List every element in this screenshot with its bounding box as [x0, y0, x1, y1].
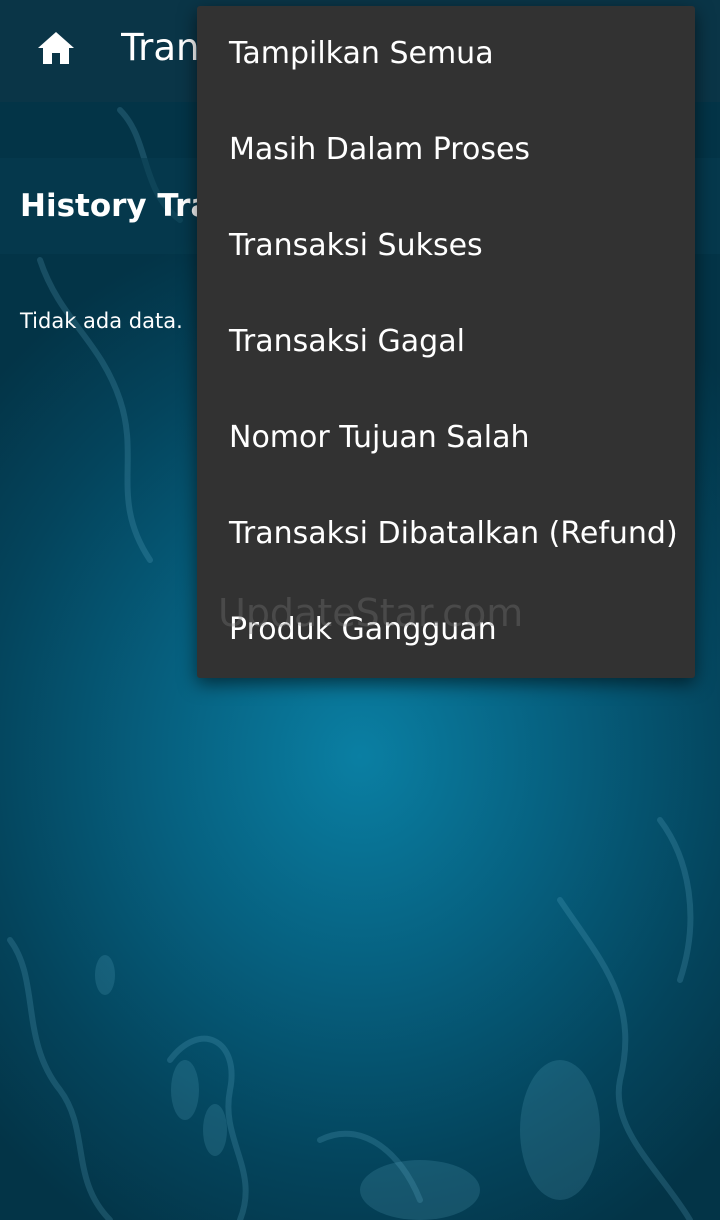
home-icon: [38, 32, 74, 64]
filter-dropdown-menu: Tampilkan Semua Masih Dalam Proses Trans…: [197, 6, 695, 678]
empty-state-message: Tidak ada data.: [20, 309, 183, 333]
menu-item-transaksi-dibatalkan[interactable]: Transaksi Dibatalkan (Refund): [197, 486, 695, 582]
page-title: Tran: [121, 26, 199, 69]
menu-item-tampilkan-semua[interactable]: Tampilkan Semua: [197, 6, 695, 102]
menu-item-masih-dalam-proses[interactable]: Masih Dalam Proses: [197, 102, 695, 198]
section-title: History Tra: [20, 188, 198, 224]
home-button[interactable]: [30, 22, 82, 74]
watermark: UpdateStar.com: [218, 591, 524, 635]
menu-item-nomor-tujuan-salah[interactable]: Nomor Tujuan Salah: [197, 390, 695, 486]
menu-item-transaksi-sukses[interactable]: Transaksi Sukses: [197, 198, 695, 294]
menu-item-transaksi-gagal[interactable]: Transaksi Gagal: [197, 294, 695, 390]
